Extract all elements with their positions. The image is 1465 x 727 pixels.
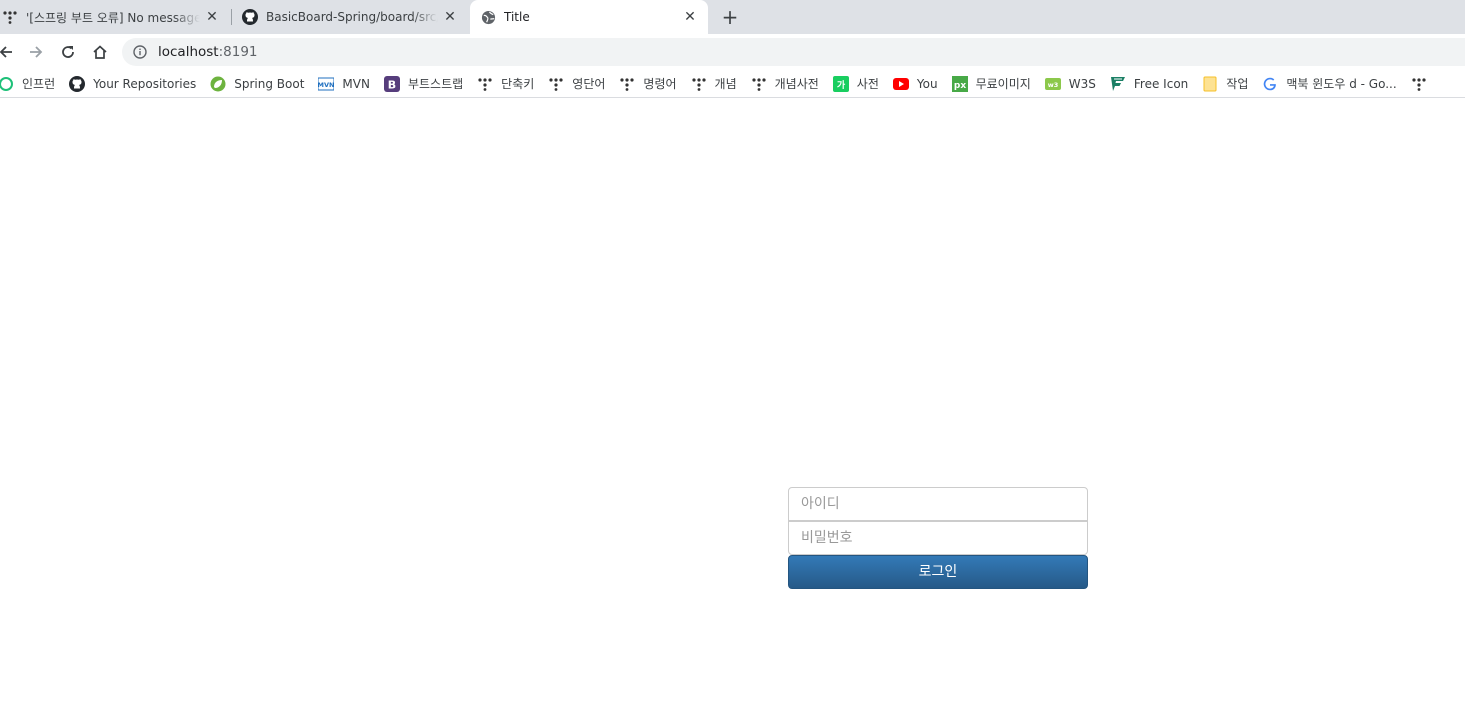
bookmark-concept-dictionary[interactable]: 개념사전 [745, 72, 827, 96]
bookmark-label: 사전 [856, 77, 879, 91]
svg-text:px: px [953, 81, 965, 91]
dots-icon [1411, 76, 1427, 92]
github-icon [69, 75, 86, 92]
bookmark-overflow[interactable] [1405, 72, 1443, 96]
bookmark-label: MVN [342, 76, 370, 91]
login-button[interactable]: 로그인 [788, 555, 1088, 589]
bookmark-macbook-windows[interactable]: 맥북 윈도우 d - Go... [1256, 72, 1404, 96]
bookmark-dictionary[interactable]: 가 사전 [827, 72, 887, 96]
folder-icon [1202, 76, 1218, 92]
bookmark-label: 인프런 [22, 77, 56, 91]
naver-dict-icon: 가 [832, 75, 849, 92]
bootstrap-icon: B [383, 75, 400, 92]
bookmark-label: Your Repositories [93, 76, 197, 91]
bookmark-label: 맥북 윈도우 d - Go... [1286, 77, 1397, 91]
bookmark-label: Free Icon [1133, 76, 1189, 91]
svg-text:가: 가 [837, 79, 846, 91]
bookmark-concepts[interactable]: 개념 [685, 72, 745, 96]
bookmark-label: You [916, 76, 938, 91]
bookmark-spring-boot[interactable]: Spring Boot [204, 72, 312, 96]
bookmark-commands[interactable]: 명령어 [613, 72, 684, 96]
flaticon-icon [1110, 76, 1126, 92]
bookmark-free-icon[interactable]: Free Icon [1104, 72, 1196, 96]
password-input[interactable] [788, 521, 1088, 555]
login-form: 로그인 [788, 487, 1088, 589]
back-icon[interactable] [0, 38, 20, 66]
bookmark-label: 무료이미지 [975, 77, 1031, 91]
w3s-icon: w3 [1044, 76, 1061, 92]
dots-icon [548, 76, 564, 92]
info-icon[interactable] [132, 44, 148, 60]
url-text[interactable]: localhost:8191 [158, 44, 258, 60]
tab-title-active[interactable]: Title ✕ [470, 0, 708, 34]
dots-icon [691, 76, 707, 92]
bookmark-inflearn[interactable]: 인프런 [0, 72, 63, 96]
bookmark-label: 개념 [714, 77, 737, 91]
close-icon[interactable]: ✕ [442, 9, 458, 25]
bookmark-label: 명령어 [643, 77, 677, 91]
bookmark-work-folder[interactable]: 작업 [1196, 72, 1256, 96]
bookmark-shortcuts[interactable]: 단축키 [471, 72, 542, 96]
bookmark-label: 작업 [1226, 77, 1249, 91]
bookmark-label: 영단어 [572, 77, 606, 91]
tab-title: Title [504, 10, 530, 24]
home-icon[interactable] [86, 38, 114, 66]
bookmark-label: W3S [1068, 76, 1096, 91]
tab-title: BasicBoard-Spring/board/src/ma [266, 10, 438, 24]
reload-icon[interactable] [54, 38, 82, 66]
forward-icon[interactable] [22, 38, 50, 66]
dots-icon [477, 76, 493, 92]
bookmark-free-images[interactable]: px 무료이미지 [946, 72, 1039, 96]
bookmark-label: 개념사전 [774, 77, 819, 91]
close-icon[interactable]: ✕ [204, 9, 220, 25]
bookmark-w3s[interactable]: w3 W3S [1039, 72, 1104, 96]
bookmark-label: 단축키 [501, 77, 535, 91]
new-tab-icon[interactable]: + [718, 5, 742, 29]
address-bar[interactable]: localhost:8191 [122, 38, 1465, 66]
bookmark-mvn[interactable]: MVN MVN [312, 72, 378, 96]
bookmark-label: Spring Boot [234, 76, 305, 91]
bookmark-bootstrap[interactable]: B 부트스트랩 [378, 72, 471, 96]
bookmark-english-words[interactable]: 영단어 [542, 72, 613, 96]
tab-strip: '[스프링 부트 오류] No message ✕ BasicBoard-Spr… [0, 0, 1465, 34]
tab-github[interactable]: BasicBoard-Spring/board/src/ma ✕ [232, 0, 468, 34]
bookmark-label: 부트스트랩 [407, 77, 464, 91]
svg-text:w3: w3 [1048, 81, 1059, 89]
tab-spring-error[interactable]: '[스프링 부트 오류] No message ✕ [0, 0, 230, 34]
globe-icon [480, 9, 496, 25]
bookmark-youtube[interactable]: You [887, 72, 946, 96]
inflearn-icon [0, 76, 14, 92]
dots-icon [2, 9, 18, 25]
bookmark-your-repositories[interactable]: Your Repositories [63, 72, 204, 96]
svg-text:B: B [388, 78, 396, 91]
close-icon[interactable]: ✕ [682, 9, 698, 25]
url-host: localhost [158, 44, 219, 60]
svg-text:MVN: MVN [318, 81, 334, 89]
github-icon [242, 9, 258, 25]
google-icon [1262, 76, 1278, 92]
dots-icon [619, 76, 635, 92]
mvn-icon: MVN [318, 76, 335, 92]
pixabay-icon: px [951, 75, 968, 92]
tab-title: '[스프링 부트 오류] No message [26, 10, 200, 25]
bookmarks-bar: 인프런 Your Repositories Spring Boot MVN MV… [0, 70, 1465, 98]
browser-toolbar: localhost:8191 [0, 34, 1465, 70]
youtube-icon [892, 76, 909, 92]
url-port: :8191 [218, 44, 258, 60]
spring-icon [210, 76, 226, 92]
dots-icon [751, 76, 767, 92]
username-input[interactable] [788, 487, 1088, 521]
